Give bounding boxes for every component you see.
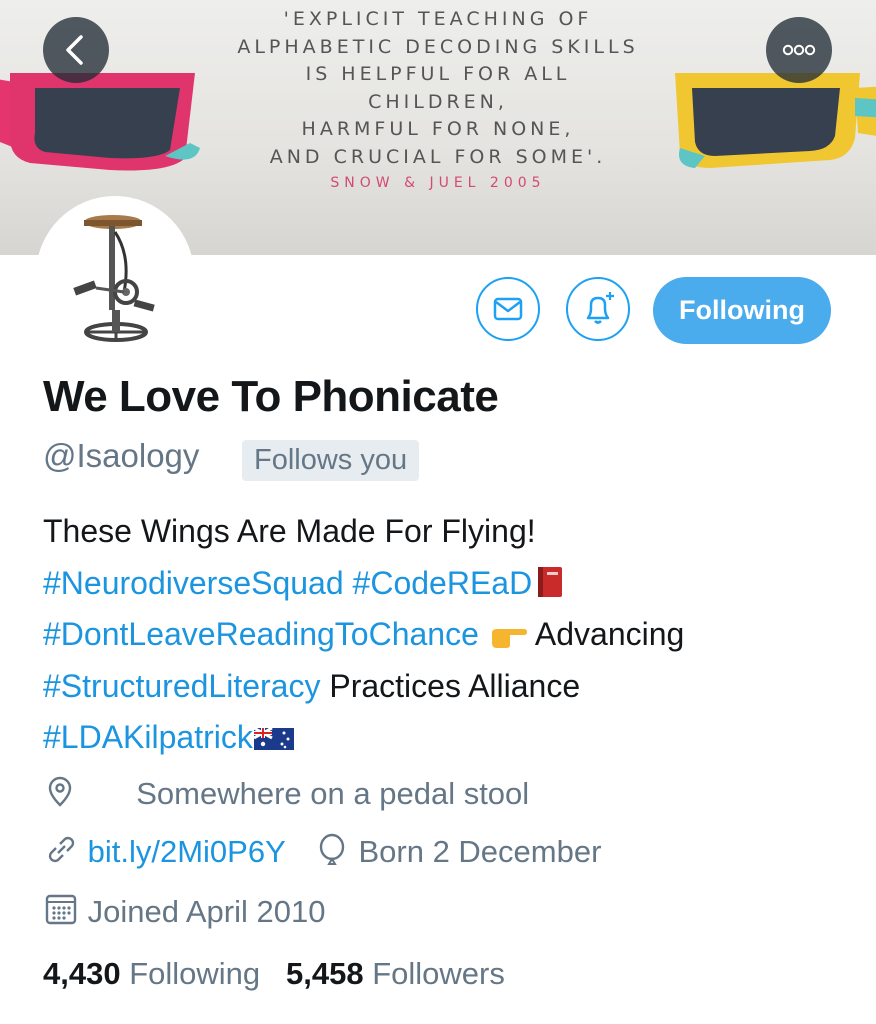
bio-text: These Wings Are Made For Flying! — [43, 513, 536, 549]
bio-line: #NeurodiverseSquad #CodeREaD — [43, 558, 863, 610]
balloon-icon — [319, 833, 345, 865]
crescent-moon-emoji — [549, 778, 564, 806]
notifications-button[interactable] — [566, 277, 630, 341]
more-horizontal-icon — [782, 44, 816, 56]
more-options-button[interactable] — [766, 17, 832, 83]
pink-sunglasses-image — [0, 73, 200, 171]
follows-you-badge: Follows you — [242, 440, 420, 481]
bio-line: These Wings Are Made For Flying! — [43, 506, 863, 558]
followers-count: 5,458 — [286, 956, 364, 991]
link-birthday-row: bit.ly/2Mi0P6Y Born 2 December — [43, 833, 601, 870]
followers-stat[interactable]: 5,458 Followers — [286, 956, 505, 991]
following-count: 4,430 — [43, 956, 121, 991]
quote-citation: SNOW & JUEL 2005 — [330, 175, 546, 191]
hashtag-link[interactable]: #StructuredLiteracy — [43, 668, 320, 704]
quote-line: ALPHABETIC DECODING SKILLS — [237, 35, 639, 58]
username-handle: @Isaology — [43, 437, 200, 474]
bio-line: #DontLeaveReadingToChance Advancing — [43, 609, 863, 661]
hashtag-link[interactable]: #NeurodiverseSquad — [43, 565, 344, 601]
crescent-moon-emoji — [101, 778, 116, 806]
quote-line: IS HELPFUL FOR ALL — [305, 63, 571, 85]
hashtag-link[interactable]: #CodeREaD — [353, 565, 533, 601]
calendar-icon — [45, 894, 77, 925]
followers-label: Followers — [372, 956, 505, 991]
following-button[interactable]: Following — [653, 277, 831, 344]
bio-text: Practices Alliance — [329, 667, 581, 704]
hashtag-link[interactable]: #LDAKilpatrick — [43, 719, 253, 755]
quote-line: AND CRUCIAL FOR SOME'. — [269, 145, 607, 168]
bell-plus-icon — [586, 292, 614, 324]
joined-row: Joined April 2010 — [43, 891, 325, 930]
bio-line: #LDAKilpatrick — [43, 712, 863, 764]
quote-line: HARMFUL FOR NONE, — [301, 118, 575, 140]
banner-quote: 'EXPLICIT TEACHING OF ALPHABETIC DECODIN… — [218, 6, 658, 193]
hashtag-link[interactable]: #DontLeaveReadingToChance — [43, 616, 479, 652]
birthday-text: Born 2 December — [358, 834, 602, 869]
bio-text: Advancing — [534, 616, 685, 652]
link-icon — [48, 836, 75, 863]
display-name: We Love To Phonicate — [43, 372, 499, 421]
profile-bio: These Wings Are Made For Flying! #Neurod… — [43, 506, 863, 764]
chevron-left-icon — [66, 35, 83, 65]
red-book-emoji — [538, 566, 563, 597]
following-label: Following — [129, 956, 261, 991]
profile-avatar[interactable] — [36, 196, 194, 354]
australia-flag-emoji — [253, 726, 294, 750]
envelope-icon — [493, 297, 523, 321]
location-text: Somewhere on a pedal stool — [136, 776, 530, 811]
back-button[interactable] — [43, 17, 109, 83]
quote-line: 'EXPLICIT TEACHING OF — [283, 8, 593, 30]
message-button[interactable] — [476, 277, 540, 341]
bio-line: #StructuredLiteracy Practices Alliance — [43, 661, 863, 713]
quote-line: CHILDREN, — [368, 90, 508, 113]
pointing-right-emoji — [491, 629, 527, 648]
location-pin-icon — [48, 776, 72, 807]
follow-stats: 4,430 Following 5,458 Followers — [43, 956, 505, 992]
location-row: Somewhere on a pedal stool — [43, 775, 570, 812]
pedal-stool-image — [73, 215, 155, 342]
website-link[interactable]: bit.ly/2Mi0P6Y — [88, 834, 286, 869]
following-stat[interactable]: 4,430 Following — [43, 956, 260, 991]
joined-text: Joined April 2010 — [87, 894, 326, 929]
